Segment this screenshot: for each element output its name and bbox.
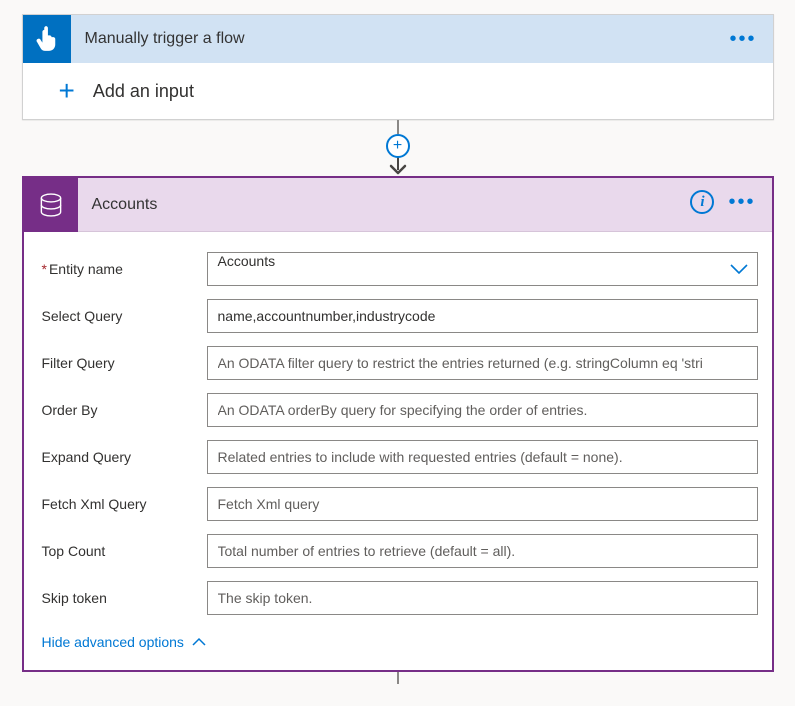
info-icon[interactable]: i [690, 190, 714, 214]
top-count-label: Top Count [42, 543, 207, 559]
select-query-input[interactable] [207, 299, 758, 333]
field-row-skip-token: Skip token [42, 581, 758, 615]
trigger-icon-box [23, 15, 71, 63]
field-row-expand-query: Expand Query [42, 440, 758, 474]
entity-name-select[interactable]: Accounts [207, 252, 758, 286]
field-row-fetch-xml-query: Fetch Xml Query [42, 487, 758, 521]
action-icon-box [24, 178, 78, 232]
fetch-xml-query-label: Fetch Xml Query [42, 496, 207, 512]
field-row-order-by: Order By [42, 393, 758, 427]
trigger-menu-button[interactable]: ••• [729, 29, 756, 49]
required-mark: * [42, 261, 47, 277]
field-row-filter-query: Filter Query [42, 346, 758, 380]
fetch-xml-query-input[interactable] [207, 487, 758, 521]
action-body: *Entity name Accounts Select Query Filte… [24, 232, 772, 670]
database-icon [37, 191, 65, 219]
bottom-connector [397, 672, 399, 684]
action-header[interactable]: Accounts i ••• [24, 178, 772, 232]
add-input-label: Add an input [93, 81, 194, 102]
select-query-label: Select Query [42, 308, 207, 324]
expand-query-input[interactable] [207, 440, 758, 474]
action-title: Accounts [92, 196, 158, 214]
filter-query-input[interactable] [207, 346, 758, 380]
field-row-entity-name: *Entity name Accounts [42, 252, 758, 286]
plus-icon: + [59, 77, 75, 105]
filter-query-label: Filter Query [42, 355, 207, 371]
chevron-up-icon [192, 637, 206, 647]
field-row-top-count: Top Count [42, 534, 758, 568]
skip-token-input[interactable] [207, 581, 758, 615]
order-by-input[interactable] [207, 393, 758, 427]
hide-advanced-toggle[interactable]: Hide advanced options [42, 634, 206, 650]
trigger-header-actions: ••• [729, 15, 756, 63]
action-menu-button[interactable]: ••• [728, 192, 755, 212]
connector-line [397, 672, 399, 684]
top-count-input[interactable] [207, 534, 758, 568]
field-row-select-query: Select Query [42, 299, 758, 333]
entity-name-select-wrap: Accounts [207, 252, 758, 286]
arrow-down-icon [386, 156, 410, 176]
trigger-title: Manually trigger a flow [85, 30, 245, 48]
action-card: Accounts i ••• *Entity name Accounts Sel… [22, 176, 774, 672]
expand-query-label: Expand Query [42, 449, 207, 465]
trigger-header[interactable]: Manually trigger a flow ••• [23, 15, 773, 63]
manual-trigger-icon [36, 26, 58, 52]
skip-token-label: Skip token [42, 590, 207, 606]
connector: + [386, 120, 410, 176]
add-step-button[interactable]: + [386, 134, 410, 158]
action-header-actions: i ••• [690, 178, 755, 226]
add-input-button[interactable]: + Add an input [23, 63, 773, 119]
entity-name-label: *Entity name [42, 261, 207, 277]
connector-line [397, 120, 399, 134]
hide-advanced-label: Hide advanced options [42, 634, 184, 650]
trigger-card: Manually trigger a flow ••• + Add an inp… [22, 14, 774, 120]
order-by-label: Order By [42, 402, 207, 418]
